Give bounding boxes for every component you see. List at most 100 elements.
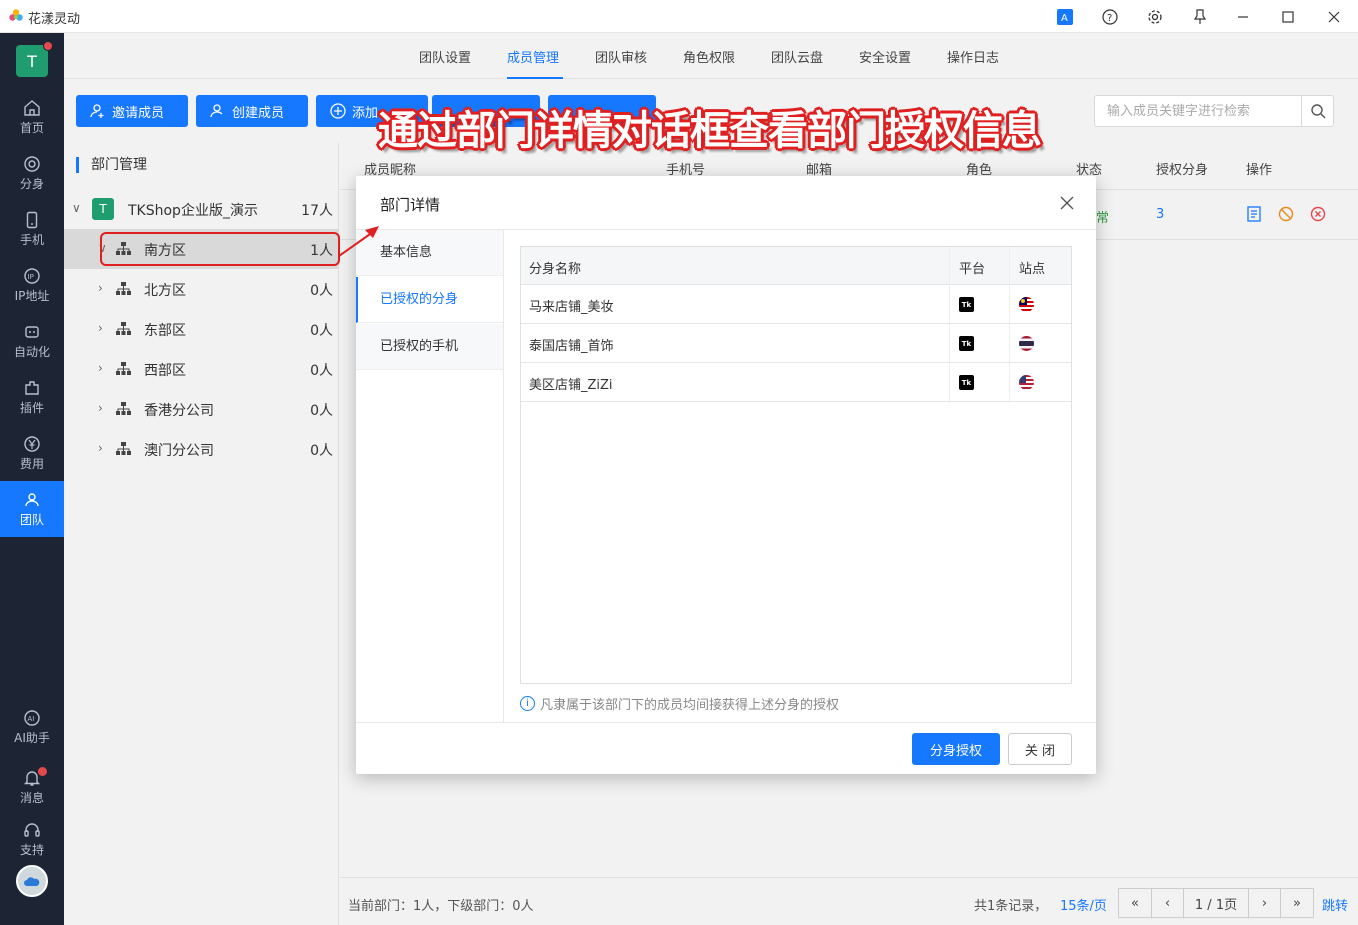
close-dialog-button[interactable]: 关 闭: [1008, 733, 1072, 765]
pin-icon[interactable]: [1188, 5, 1212, 29]
jump-link[interactable]: 跳转: [1322, 895, 1348, 914]
create-member-button[interactable]: 创建成员: [196, 95, 308, 127]
dept-count: 0人: [310, 443, 333, 459]
svg-text:AI: AI: [28, 715, 35, 723]
disable-icon[interactable]: [1278, 206, 1294, 222]
prev-page-button[interactable]: ‹: [1151, 888, 1184, 918]
translate-icon[interactable]: A: [1053, 5, 1077, 29]
page-size-select[interactable]: 15条/页: [1060, 895, 1107, 914]
org-chart-icon: [116, 362, 131, 375]
tab-team-cloud[interactable]: 团队云盘: [771, 47, 823, 66]
col-authorized: 授权分身: [1156, 163, 1209, 178]
thailand-flag-icon: [1019, 336, 1034, 351]
detail-icon[interactable]: [1246, 206, 1262, 222]
robot-icon: [25, 326, 39, 338]
nav-messages[interactable]: 消息: [0, 763, 64, 815]
authorized-count-link[interactable]: 3: [1156, 207, 1164, 222]
nav-support[interactable]: 支持: [0, 815, 64, 867]
close-icon[interactable]: [1060, 196, 1074, 210]
dept-name: 香港分公司: [144, 403, 214, 419]
double-chevron-left-icon: «: [1131, 895, 1139, 911]
nav-billing[interactable]: 费用: [0, 429, 64, 481]
chevron-right-icon[interactable]: ›: [98, 321, 103, 335]
last-page-button[interactable]: »: [1280, 888, 1314, 918]
user-add-icon: [210, 104, 223, 118]
tab-authorized-profiles[interactable]: 已授权的分身: [356, 277, 503, 323]
col-platform: 平台: [959, 262, 986, 277]
dept-root-name: TKShop企业版_演示: [128, 203, 258, 219]
dept-summary: 当前部门：1人，下级部门：0人: [348, 899, 534, 914]
tab-team-review[interactable]: 团队审核: [595, 47, 647, 66]
search-button[interactable]: [1301, 96, 1333, 126]
tab-security-settings[interactable]: 安全设置: [859, 47, 911, 66]
authorized-profiles-table: 分身名称 平台 站点 马来店铺_美妆 Tk 泰国店铺_首饰 Tk 美区店铺_Zi…: [520, 246, 1072, 684]
col-profile-name: 分身名称: [529, 262, 582, 277]
left-nav: T 首页 分身 手机 IP IP地址 自动化 插件 费用 团队 AI AI助手 …: [0, 33, 64, 925]
dept-item-north[interactable]: › 北方区 0人: [64, 269, 339, 309]
inheritance-note: i 凡隶属于该部门下的成员均间接获得上述分身的授权: [520, 694, 839, 713]
settings-gear-icon[interactable]: [1143, 5, 1167, 29]
nav-phone[interactable]: 手机: [0, 205, 64, 257]
member-search: [1094, 95, 1334, 127]
nav-plugins[interactable]: 插件: [0, 373, 64, 425]
chevron-right-icon[interactable]: ›: [98, 361, 103, 375]
unread-dot: [38, 767, 47, 776]
table-row[interactable]: 马来店铺_美妆 Tk: [521, 285, 1071, 324]
nav-ai-assistant[interactable]: AI AI助手: [0, 703, 64, 755]
table-row[interactable]: 美区店铺_ZiZi Tk: [521, 363, 1071, 402]
dept-item-west[interactable]: › 西部区 0人: [64, 349, 339, 389]
dept-count: 0人: [310, 283, 333, 299]
remove-icon[interactable]: [1310, 206, 1326, 222]
dept-root[interactable]: ∨ T TKShop企业版_演示 17人: [64, 189, 339, 229]
nav-ip[interactable]: IP IP地址: [0, 261, 64, 313]
team-avatar[interactable]: T: [16, 45, 48, 77]
dept-count: 0人: [310, 363, 333, 379]
chevron-right-icon[interactable]: ›: [98, 281, 103, 295]
help-icon[interactable]: ?: [1098, 5, 1122, 29]
tab-operation-log[interactable]: 操作日志: [947, 47, 999, 66]
status-text: 常: [1096, 211, 1110, 226]
user-avatar[interactable]: [16, 865, 48, 897]
org-chart-icon: [116, 282, 131, 295]
minimize-icon[interactable]: [1231, 5, 1255, 29]
profile-name: 马来店铺_美妆: [529, 300, 614, 315]
invite-member-button[interactable]: 邀请成员: [76, 95, 188, 127]
tab-authorized-phones[interactable]: 已授权的手机: [356, 324, 503, 370]
org-chart-icon: [116, 442, 131, 455]
chevron-right-icon[interactable]: ›: [98, 441, 103, 455]
authorize-profiles-button[interactable]: 分身授权: [912, 733, 1000, 765]
dept-root-count: 17人: [301, 203, 333, 219]
tab-team-settings[interactable]: 团队设置: [419, 47, 471, 66]
window-title: 花漾灵动: [28, 12, 81, 27]
dept-item-hongkong[interactable]: › 香港分公司 0人: [64, 389, 339, 429]
nav-profiles[interactable]: 分身: [0, 149, 64, 201]
org-badge: T: [92, 198, 114, 220]
app-logo-icon: [9, 9, 23, 21]
nav-home[interactable]: 首页: [0, 93, 64, 145]
tab-role-permissions[interactable]: 角色权限: [683, 47, 735, 66]
tiktok-icon: Tk: [959, 375, 974, 390]
dept-item-macau[interactable]: › 澳门分公司 0人: [64, 429, 339, 469]
ip-icon: IP: [24, 268, 40, 284]
malaysia-flag-icon: [1019, 297, 1034, 312]
member-search-input[interactable]: [1095, 96, 1301, 126]
nav-team[interactable]: 团队: [0, 481, 64, 537]
next-page-button[interactable]: ›: [1248, 888, 1281, 918]
close-window-icon[interactable]: [1322, 5, 1346, 29]
dialog-title: 部门详情: [380, 196, 441, 214]
annotation-arrow-icon: [338, 226, 379, 257]
chevron-right-icon[interactable]: ›: [98, 401, 103, 415]
first-page-button[interactable]: «: [1118, 888, 1152, 918]
browser-icon: [24, 156, 40, 172]
tiktok-icon: Tk: [959, 297, 974, 312]
table-header: 分身名称 平台 站点: [521, 247, 1071, 285]
phone-icon: [26, 211, 38, 229]
chevron-down-icon[interactable]: ∨: [72, 201, 81, 215]
nav-automation[interactable]: 自动化: [0, 317, 64, 369]
dept-name: 东部区: [144, 323, 186, 339]
dept-item-east[interactable]: › 东部区 0人: [64, 309, 339, 349]
tab-member-management[interactable]: 成员管理: [507, 47, 559, 66]
svg-text:?: ?: [1107, 13, 1112, 24]
maximize-icon[interactable]: [1276, 5, 1300, 29]
table-row[interactable]: 泰国店铺_首饰 Tk: [521, 324, 1071, 363]
